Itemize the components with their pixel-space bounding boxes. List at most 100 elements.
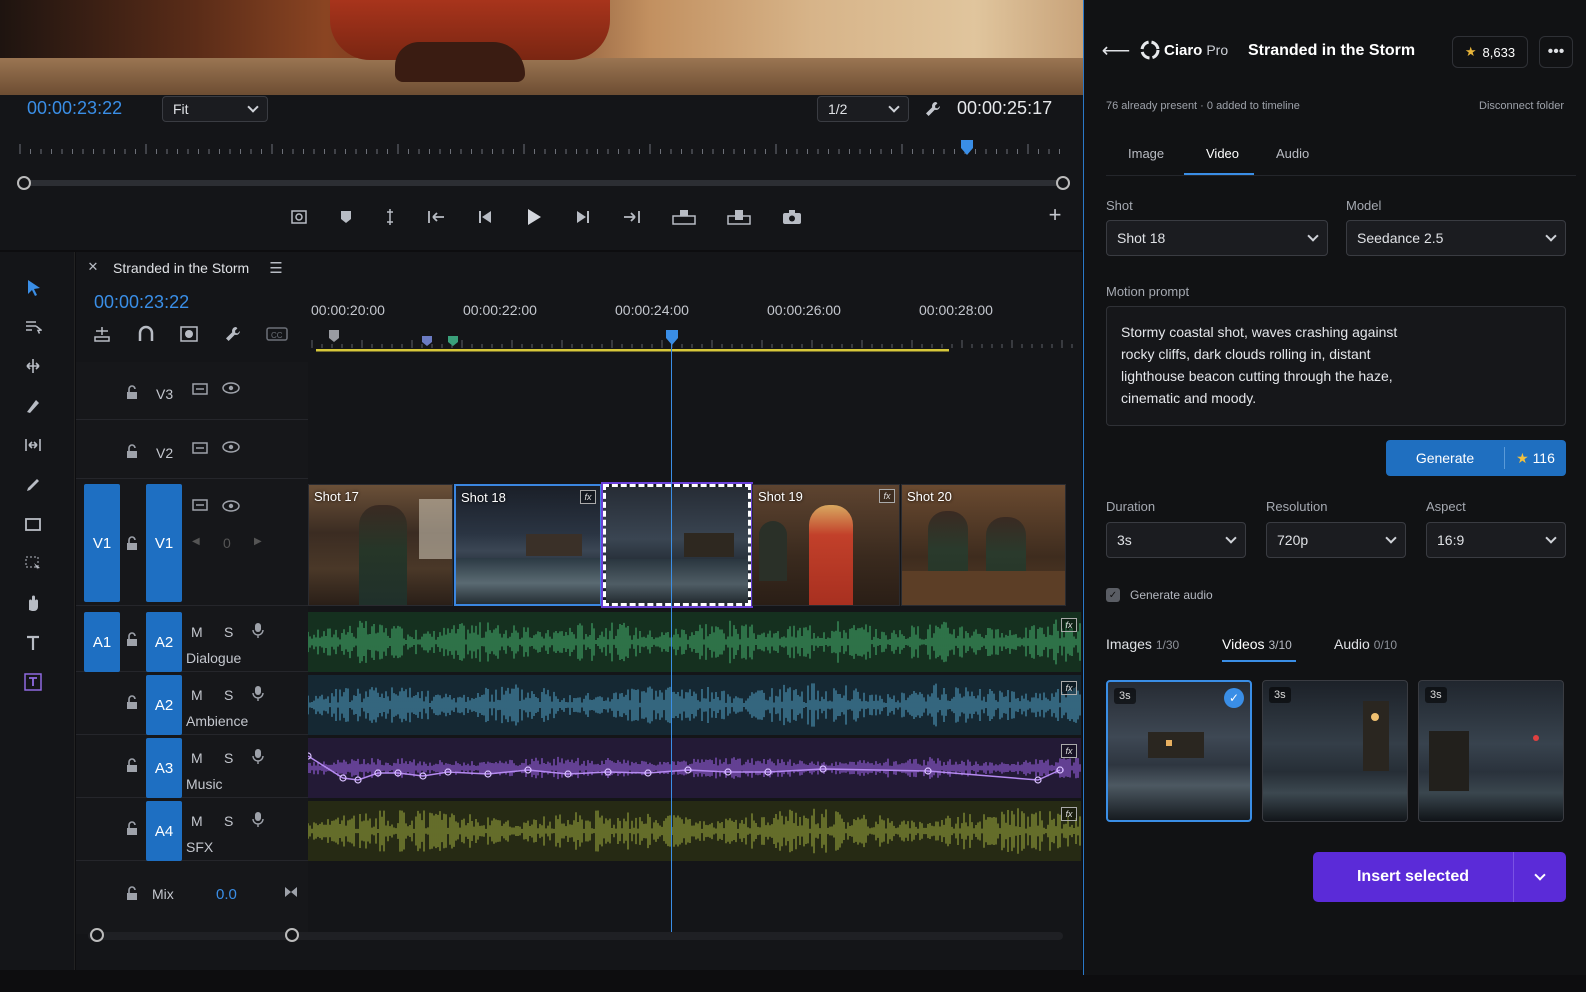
audio-clip-dialogue[interactable]: fx bbox=[308, 612, 1081, 672]
marker-icon[interactable] bbox=[339, 209, 353, 225]
keyframe-prev-icon[interactable]: ◀ bbox=[192, 536, 200, 547]
aspect-dropdown[interactable]: 16:9 bbox=[1426, 522, 1566, 558]
media-tab-audio[interactable]: Audio 0/10 bbox=[1334, 636, 1397, 652]
add-button-icon[interactable]: + bbox=[1044, 202, 1066, 227]
export-frame-icon[interactable] bbox=[290, 208, 308, 226]
track-target-v1[interactable]: V1 bbox=[146, 484, 182, 602]
track-select-icon[interactable] bbox=[22, 316, 44, 338]
audio-clip-sfx[interactable]: fx bbox=[308, 801, 1081, 861]
microphone-icon[interactable] bbox=[252, 811, 264, 827]
pen-icon[interactable] bbox=[22, 474, 44, 496]
eye-icon[interactable] bbox=[222, 382, 240, 394]
resolution-select[interactable]: 720p bbox=[1266, 522, 1406, 558]
razor-icon[interactable] bbox=[22, 395, 44, 417]
go-to-out-icon[interactable] bbox=[622, 209, 642, 225]
snap-icon[interactable] bbox=[137, 325, 155, 343]
audio-clip-music[interactable]: fx bbox=[308, 738, 1081, 798]
hand-icon[interactable] bbox=[22, 592, 44, 614]
back-arrow-icon[interactable]: ⟵ bbox=[1102, 40, 1131, 62]
track-label[interactable]: V2 bbox=[156, 445, 173, 461]
scroll-handle-right[interactable] bbox=[285, 928, 299, 942]
hand-select-icon[interactable] bbox=[22, 553, 44, 575]
slip-icon[interactable] bbox=[22, 434, 44, 456]
scroll-handle-left[interactable] bbox=[90, 928, 104, 942]
mute-button[interactable]: M bbox=[191, 687, 203, 703]
fx-icon[interactable]: fx bbox=[580, 490, 596, 504]
captions-icon[interactable]: CC bbox=[266, 326, 288, 342]
track-target-a2[interactable]: A2 bbox=[146, 612, 182, 672]
more-options-icon[interactable]: ••• bbox=[1539, 36, 1573, 68]
clip-shot-20[interactable]: Shot 20 bbox=[901, 484, 1066, 606]
solo-button[interactable]: S bbox=[224, 750, 233, 766]
step-back-icon[interactable] bbox=[477, 209, 495, 225]
go-to-in-icon[interactable] bbox=[426, 209, 446, 225]
lock-icon[interactable] bbox=[126, 385, 138, 400]
solo-button[interactable]: S bbox=[224, 687, 233, 703]
lock-icon[interactable] bbox=[126, 632, 138, 647]
mute-button[interactable]: M bbox=[191, 750, 203, 766]
video-thumbnail-1[interactable]: 3s ✓ bbox=[1106, 680, 1252, 822]
solo-button[interactable]: S bbox=[224, 624, 233, 640]
ruler-ticks[interactable] bbox=[308, 326, 1081, 354]
caption-icon[interactable] bbox=[22, 671, 44, 693]
track-target-a4[interactable]: A4 bbox=[146, 801, 182, 861]
lock-icon[interactable] bbox=[126, 536, 138, 551]
source-patch-a1[interactable]: A1 bbox=[84, 612, 120, 672]
generate-audio-checkbox[interactable]: ✓ bbox=[1106, 588, 1120, 602]
monitor-ruler[interactable] bbox=[16, 140, 1071, 162]
timeline-ruler[interactable]: 00:00:20:00 00:00:22:00 00:00:24:00 00:0… bbox=[308, 298, 1081, 318]
insert-selected-button[interactable]: Insert selected bbox=[1313, 852, 1566, 902]
video-thumbnail-3[interactable]: 3s bbox=[1418, 680, 1564, 822]
mark-in-out-icon[interactable] bbox=[384, 208, 396, 226]
timeline-scrollbar-track[interactable] bbox=[88, 932, 1063, 940]
selection-tool-icon[interactable] bbox=[22, 276, 44, 298]
track-label[interactable]: V3 bbox=[156, 386, 173, 402]
ripple-edit-icon[interactable] bbox=[22, 355, 44, 377]
credits-badge[interactable]: ★ 8,633 bbox=[1452, 36, 1528, 68]
fx-icon[interactable]: fx bbox=[1061, 618, 1077, 632]
eye-icon[interactable] bbox=[222, 500, 240, 512]
duration-dropdown[interactable]: 3s bbox=[1106, 522, 1246, 558]
fx-icon[interactable]: fx bbox=[879, 489, 895, 503]
mix-expand-icon[interactable] bbox=[284, 886, 298, 898]
lock-icon[interactable] bbox=[126, 444, 138, 459]
fit-dropdown[interactable]: Fit bbox=[162, 96, 268, 122]
playhead-line[interactable] bbox=[671, 344, 672, 932]
disconnect-folder-link[interactable]: Disconnect folder bbox=[1479, 100, 1564, 112]
video-preview[interactable] bbox=[0, 0, 1083, 95]
insert-options-chevron-icon[interactable] bbox=[1514, 869, 1566, 881]
mute-button[interactable]: M bbox=[191, 813, 203, 829]
media-tab-videos[interactable]: Videos 3/10 bbox=[1222, 636, 1292, 652]
sequence-menu-icon[interactable]: ☰ bbox=[268, 260, 284, 277]
rectangle-icon[interactable] bbox=[22, 513, 44, 535]
shot-dropdown[interactable]: Shot 18 bbox=[1106, 220, 1328, 256]
audio-clip-ambience[interactable]: fx bbox=[308, 675, 1081, 735]
linked-selection-icon[interactable] bbox=[179, 325, 199, 343]
mix-value[interactable]: 0.0 bbox=[216, 886, 237, 903]
overwrite-icon[interactable] bbox=[727, 209, 751, 225]
microphone-icon[interactable] bbox=[252, 622, 264, 638]
selected-check-icon[interactable]: ✓ bbox=[1224, 688, 1244, 708]
mute-button[interactable]: M bbox=[191, 624, 203, 640]
solo-button[interactable]: S bbox=[224, 813, 233, 829]
track-target-a2[interactable]: A2 bbox=[146, 675, 182, 735]
clip-shot-18[interactable]: Shot 18 fx bbox=[454, 484, 602, 606]
zoom-handle-left[interactable] bbox=[17, 176, 31, 190]
wrench-icon[interactable] bbox=[922, 98, 944, 120]
fx-icon[interactable]: fx bbox=[1061, 807, 1077, 821]
generate-button[interactable]: Generate ★ 116 bbox=[1386, 440, 1566, 476]
close-sequence-icon[interactable]: ✕ bbox=[86, 259, 100, 274]
sync-lock-icon[interactable] bbox=[192, 498, 208, 512]
tab-image[interactable]: Image bbox=[1128, 146, 1164, 161]
timeline-wrench-icon[interactable] bbox=[224, 325, 242, 343]
sequence-tab-title[interactable]: Stranded in the Storm bbox=[113, 260, 249, 276]
type-icon[interactable] bbox=[22, 632, 44, 654]
step-forward-icon[interactable] bbox=[573, 209, 591, 225]
sync-lock-icon[interactable] bbox=[192, 441, 208, 455]
microphone-icon[interactable] bbox=[252, 748, 264, 764]
sync-lock-icon[interactable] bbox=[192, 382, 208, 396]
clip-shot-19[interactable]: Shot 19 fx bbox=[752, 484, 900, 606]
zoom-handle-right[interactable] bbox=[1056, 176, 1070, 190]
insert-icon[interactable] bbox=[672, 209, 697, 225]
lock-icon[interactable] bbox=[126, 695, 138, 710]
